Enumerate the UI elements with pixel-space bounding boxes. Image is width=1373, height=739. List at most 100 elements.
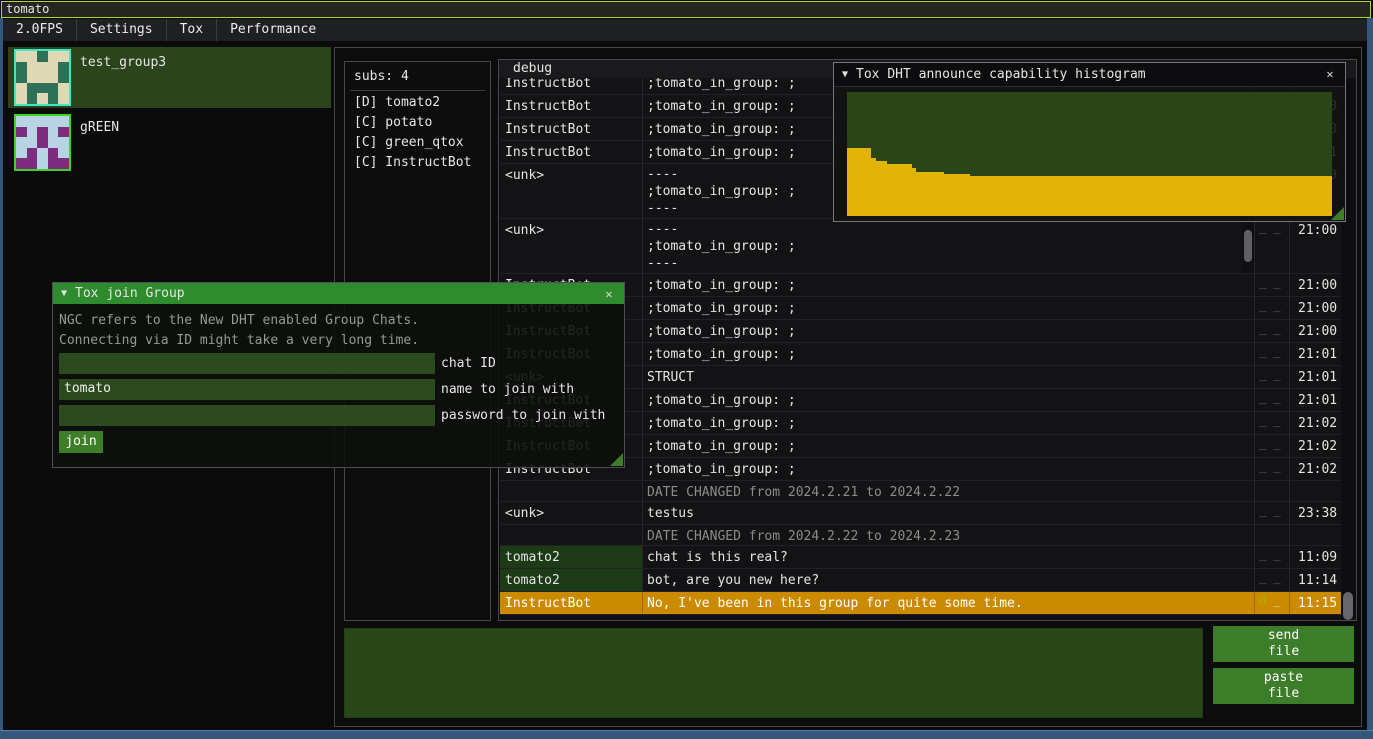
chat-message-row[interactable]: DATE CHANGED from 2024.2.21 to 2024.2.22 [500,481,1343,502]
message-status: __ [1254,412,1289,434]
group-item-gREEN[interactable]: gREEN [8,112,331,173]
message-scrollbar[interactable] [1242,219,1254,273]
avatar-pixel [37,83,48,94]
message-text: ;tomato_in_group: ; [643,297,1254,319]
menu-item-settings[interactable]: Settings [77,19,167,41]
collapse-arrow-icon[interactable]: ▼ [842,69,848,80]
chat-message-row[interactable]: tomato2bot, are you new here?__11:14 [500,569,1343,592]
message-line: ---- [647,221,1254,238]
resize-grip[interactable] [610,453,623,466]
message-time: 23:38 [1289,502,1343,524]
status-mark: _ [1273,593,1281,608]
message-text: ;tomato_in_group: ; [643,412,1254,434]
message-status: __ [1254,343,1289,365]
avatar-pixel [37,148,48,159]
chat-message-row[interactable]: tomato2chat is this real?__11:09 [500,546,1343,569]
window-frame-right [1367,18,1373,739]
chat-message-row[interactable]: InstructBot;tomato_in_group: ;__21:01 [500,389,1343,412]
avatar-pixel [48,148,59,159]
member-item[interactable]: [D] tomato2 [345,91,490,111]
avatar-pixel [27,116,38,127]
avatar-pixel [27,51,38,62]
chat-message-row[interactable]: InstructBotNo, I've been in this group f… [500,592,1343,615]
menu-item-tox[interactable]: Tox [167,19,217,41]
avatar-pixel [27,72,38,83]
chat-message-row[interactable]: InstructBot;tomato_in_group: ;__21:00 [500,320,1343,343]
window-titlebar[interactable]: tomato [1,1,1371,18]
histogram-window-titlebar[interactable]: ▼ Tox DHT announce capability histogram … [834,63,1345,87]
chat-message-row[interactable]: InstructBot;tomato_in_group: ;__21:01 [500,343,1343,366]
status-mark: _ [1273,459,1281,474]
avatar-pixel [58,127,69,138]
chat-message-row[interactable]: <unk>STRUCT__21:01 [500,366,1343,389]
fps-counter: 2.0FPS [3,19,77,41]
collapse-arrow-icon[interactable]: ▼ [61,288,67,299]
avatar-pixel [37,137,48,148]
avatar-pixel [16,51,27,62]
message-text: bot, are you new here? [643,569,1254,591]
name-to-join-with-label: name to join with [441,379,574,397]
chat-message-row[interactable]: InstructBot;tomato_in_group: ;__21:00 [500,297,1343,320]
join-group-window: ▼ Tox join Group ✕ NGC refers to the New… [52,282,625,468]
message-time [1289,481,1343,501]
message-status [1254,481,1289,501]
status-mark: _ [1273,570,1281,585]
send-file-button[interactable]: sendfile [1213,626,1354,662]
chat-message-row[interactable]: InstructBot;tomato_in_group: ;__21:00 [500,274,1343,297]
avatar-pixel [27,127,38,138]
member-item[interactable]: [C] green_qtox [345,131,490,151]
message-text: chat is this real? [643,546,1254,568]
message-status: __ [1254,569,1289,591]
status-mark: _ [1273,367,1281,382]
paste-file-button[interactable]: pastefile [1213,668,1354,704]
chat-message-row[interactable]: InstructBot;tomato_in_group: ;__21:02 [500,412,1343,435]
avatar-pixel [27,83,38,94]
avatar-pixel [16,83,27,94]
member-item[interactable]: [C] potato [345,111,490,131]
status-mark: _ [1259,547,1267,562]
chat-message-row[interactable]: DATE CHANGED from 2024.2.22 to 2024.2.23 [500,525,1343,546]
chat-message-row[interactable]: <unk>testus__23:38 [500,502,1343,525]
chat-id-input[interactable] [59,353,435,374]
chat-message-row[interactable]: <unk>----;tomato_in_group: ;----__21:00 [500,219,1343,274]
message-text: ----;tomato_in_group: ;---- [643,219,1254,273]
menu-bar: 2.0FPSSettingsToxPerformance [3,19,1367,41]
avatar-pixel [58,148,69,159]
message-text: DATE CHANGED from 2024.2.22 to 2024.2.23 [643,525,1254,545]
message-time: 21:00 [1289,320,1343,342]
status-mark: _ [1259,321,1267,336]
close-icon[interactable]: ✕ [1322,66,1338,82]
status-mark: _ [1259,436,1267,451]
chat-message-row[interactable]: InstructBot;tomato_in_group: ;__21:02 [500,458,1343,481]
group-item-test_group3[interactable]: test_group3 [8,47,331,108]
status-mark: _ [1259,570,1267,585]
message-scrollbar-thumb[interactable] [1244,230,1252,262]
avatar-pixel [58,116,69,127]
close-icon[interactable]: ✕ [601,286,617,302]
message-sender: InstructBot [500,141,643,163]
avatar-pixel [48,72,59,83]
menu-item-performance[interactable]: Performance [217,19,329,41]
password-to-join-with-input[interactable] [59,405,435,426]
join-window-titlebar[interactable]: ▼ Tox join Group ✕ [53,283,624,304]
status-mark: _ [1259,503,1267,518]
avatar-pixel [37,51,48,62]
histogram-bar [847,148,871,216]
avatar-pixel [16,72,27,83]
join-button[interactable]: join [59,431,103,453]
chat-scrollbar-thumb[interactable] [1343,592,1353,620]
histogram-bar [887,164,912,216]
button-label-line: file [1213,686,1354,702]
message-time: 21:00 [1289,274,1343,296]
resize-grip[interactable] [1331,207,1344,220]
avatar-pixel [37,158,48,169]
button-label-line: file [1213,644,1354,660]
member-list: [D] tomato2[C] potato[C] green_qtox[C] I… [345,91,490,171]
message-input[interactable] [344,628,1203,718]
message-time: 21:00 [1289,297,1343,319]
member-item[interactable]: [C] InstructBot [345,151,490,171]
message-text: ;tomato_in_group: ; [643,343,1254,365]
avatar-pixel [27,137,38,148]
chat-message-row[interactable]: InstructBot;tomato_in_group: ;__21:02 [500,435,1343,458]
name-to-join-with-input[interactable]: tomato [59,379,435,400]
